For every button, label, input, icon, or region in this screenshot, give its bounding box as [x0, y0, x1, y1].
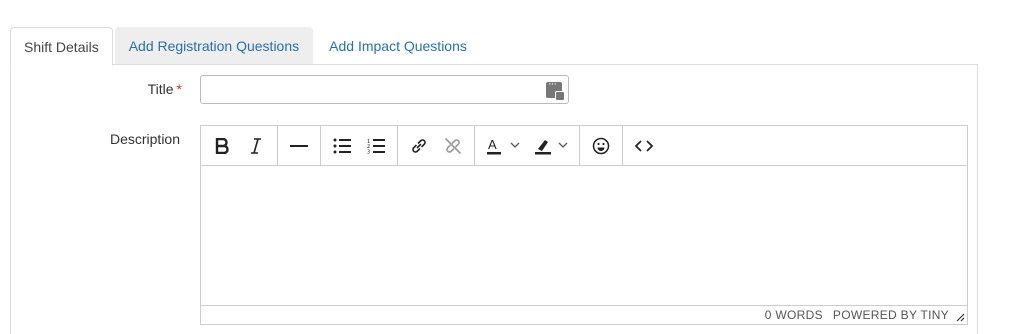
title-input[interactable] [200, 75, 569, 104]
bold-icon[interactable] [205, 129, 239, 163]
tab-bar: Shift Details Add Registration Questions… [10, 27, 483, 66]
bullet-list-icon[interactable] [325, 129, 359, 163]
emoji-group [580, 126, 623, 165]
editor-statusbar: 0 WORDS POWERED BY TINY [201, 305, 967, 324]
resize-handle-icon[interactable] [955, 312, 965, 322]
format-group [201, 126, 278, 165]
highlight-color-icon[interactable] [527, 129, 575, 163]
emoji-icon[interactable] [584, 129, 618, 163]
italic-icon[interactable] [239, 129, 273, 163]
editor-toolbar: 123 A [201, 126, 967, 166]
title-label: Title * [100, 81, 182, 97]
numbered-list-icon[interactable]: 123 [359, 129, 393, 163]
required-marker: * [176, 81, 182, 97]
color-group: A [475, 126, 580, 165]
link-icon[interactable] [402, 129, 436, 163]
description-label: Description [109, 131, 180, 147]
svg-text:A: A [488, 137, 497, 152]
editor-content-area[interactable] [201, 166, 967, 307]
horizontal-rule-icon[interactable] [282, 129, 316, 163]
tab-add-impact-questions[interactable]: Add Impact Questions [315, 27, 481, 65]
text-color-icon[interactable]: A [479, 129, 527, 163]
powered-by-tiny-link[interactable]: POWERED BY TINY [833, 308, 949, 322]
rule-group [278, 126, 321, 165]
description-editor: 123 A 0 WORDS POWERED BY TINY [200, 125, 968, 325]
password-manager-icon[interactable] [546, 78, 565, 101]
title-label-text: Title [147, 81, 174, 97]
list-group: 123 [321, 126, 398, 165]
svg-text:3: 3 [367, 149, 370, 154]
tab-add-registration-questions[interactable]: Add Registration Questions [114, 27, 314, 65]
source-code-icon[interactable] [627, 129, 661, 163]
word-count[interactable]: 0 WORDS [765, 308, 823, 322]
unlink-icon[interactable] [436, 129, 470, 163]
link-group [398, 126, 475, 165]
tab-shift-details[interactable]: Shift Details [10, 27, 113, 66]
code-group [623, 126, 665, 165]
